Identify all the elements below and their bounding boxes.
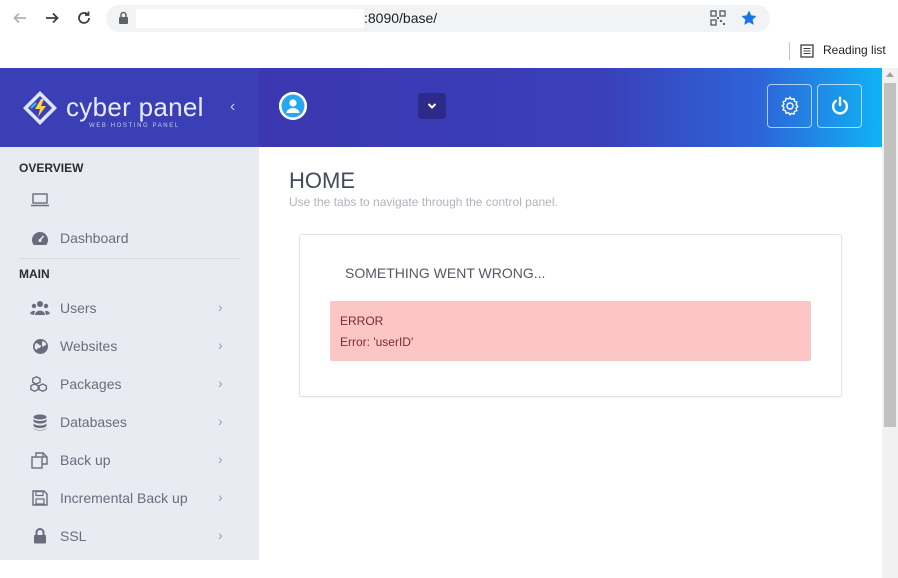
sidebar-item-label: Users xyxy=(60,300,97,316)
page-viewport: cyber panel WEB HOSTING PANEL ‹ OVERVIEW xyxy=(0,68,898,578)
sidebar-item-ssl[interactable]: SSL › xyxy=(0,517,259,555)
logo-subtitle: WEB HOSTING PANEL xyxy=(89,123,180,129)
sidebar-heading-overview: OVERVIEW xyxy=(19,161,84,175)
sidebar-collapse-button[interactable]: ‹ xyxy=(230,98,235,116)
chevron-right-icon: › xyxy=(218,337,223,353)
chevron-down-icon xyxy=(427,103,437,109)
user-avatar[interactable] xyxy=(279,92,307,120)
sidebar-item-label: Websites xyxy=(60,338,118,354)
chevron-right-icon: › xyxy=(218,489,223,505)
bookmark-star-icon[interactable] xyxy=(740,9,758,27)
back-button[interactable] xyxy=(10,8,30,28)
reading-list-label[interactable]: Reading list xyxy=(823,43,886,57)
chevron-right-icon: › xyxy=(218,299,223,315)
sidebar: OVERVIEW Dashboard MAIN Users › Websites… xyxy=(0,147,259,560)
page-title: HOME xyxy=(289,168,355,193)
packages-icon xyxy=(30,375,50,393)
header-logo-area: cyber panel WEB HOSTING PANEL ‹ xyxy=(0,68,259,147)
scroll-up-icon[interactable] xyxy=(886,72,894,77)
sidebar-item-label: Incremental Back up xyxy=(60,490,188,506)
backup-icon xyxy=(30,451,50,469)
url-text: :8090/base/ xyxy=(364,10,438,26)
forward-button[interactable] xyxy=(42,8,62,28)
sidebar-item-label: Packages xyxy=(60,376,122,392)
sidebar-item-incremental-backup[interactable]: Incremental Back up › xyxy=(0,479,259,517)
sidebar-item-overview[interactable] xyxy=(0,181,259,219)
gear-icon xyxy=(780,96,799,116)
page-subtitle: Use the tabs to navigate through the con… xyxy=(289,195,558,209)
sidebar-item-users[interactable]: Users › xyxy=(0,289,259,327)
sidebar-item-websites[interactable]: Websites › xyxy=(0,327,259,365)
user-dropdown-button[interactable] xyxy=(418,93,446,119)
bookmarks-separator xyxy=(789,42,790,60)
laptop-icon xyxy=(30,191,50,209)
power-icon xyxy=(831,96,848,115)
sidebar-item-label: Back up xyxy=(60,452,111,468)
save-icon xyxy=(30,489,50,507)
sidebar-item-dashboard[interactable]: Dashboard xyxy=(0,219,259,257)
sidebar-item-label: SSL xyxy=(60,528,87,544)
users-icon xyxy=(30,299,50,317)
sidebar-item-packages[interactable]: Packages › xyxy=(0,365,259,403)
reload-button[interactable] xyxy=(74,8,94,28)
scrollbar-thumb[interactable] xyxy=(884,83,896,427)
sidebar-item-label: Databases xyxy=(60,414,127,430)
dashboard-icon xyxy=(30,229,50,247)
reload-icon xyxy=(78,11,90,24)
bookmarks-bar: Reading list xyxy=(0,36,898,68)
sidebar-item-backup[interactable]: Back up › xyxy=(0,441,259,479)
chevron-right-icon: › xyxy=(218,375,223,391)
alert-title: ERROR xyxy=(340,314,384,328)
arrow-right-icon xyxy=(46,12,59,24)
chevron-right-icon: › xyxy=(218,451,223,467)
sidebar-item-databases[interactable]: Databases › xyxy=(0,403,259,441)
settings-button[interactable] xyxy=(767,84,812,128)
main-content: HOME Use the tabs to navigate through th… xyxy=(259,147,882,578)
lock-icon xyxy=(119,11,128,24)
user-icon xyxy=(279,92,307,120)
redacted-host xyxy=(136,9,364,28)
logo-text: cyber panel xyxy=(66,92,204,122)
power-button[interactable] xyxy=(817,84,862,128)
database-icon xyxy=(30,413,50,431)
browser-toolbar: :8090/base/ xyxy=(0,0,898,36)
cyberpanel-logo-icon xyxy=(23,91,57,125)
arrow-left-icon xyxy=(13,12,26,24)
globe-icon xyxy=(30,337,50,355)
sidebar-divider xyxy=(19,258,241,259)
lock-icon xyxy=(30,527,50,545)
alert-message: Error: 'userID' xyxy=(340,335,414,349)
chevron-right-icon: › xyxy=(218,527,223,543)
chevron-right-icon: › xyxy=(218,413,223,429)
address-bar[interactable]: :8090/base/ xyxy=(106,5,770,32)
panel-title: SOMETHING WENT WRONG... xyxy=(345,265,546,281)
reading-list-icon[interactable] xyxy=(800,44,814,58)
sidebar-heading-main: MAIN xyxy=(19,267,50,281)
qr-code-icon[interactable] xyxy=(710,10,726,26)
error-alert: ERROR Error: 'userID' xyxy=(330,301,811,361)
sidebar-item-label: Dashboard xyxy=(60,230,129,246)
error-panel: SOMETHING WENT WRONG... ERROR Error: 'us… xyxy=(299,234,842,397)
page-scrollbar[interactable] xyxy=(882,68,898,578)
